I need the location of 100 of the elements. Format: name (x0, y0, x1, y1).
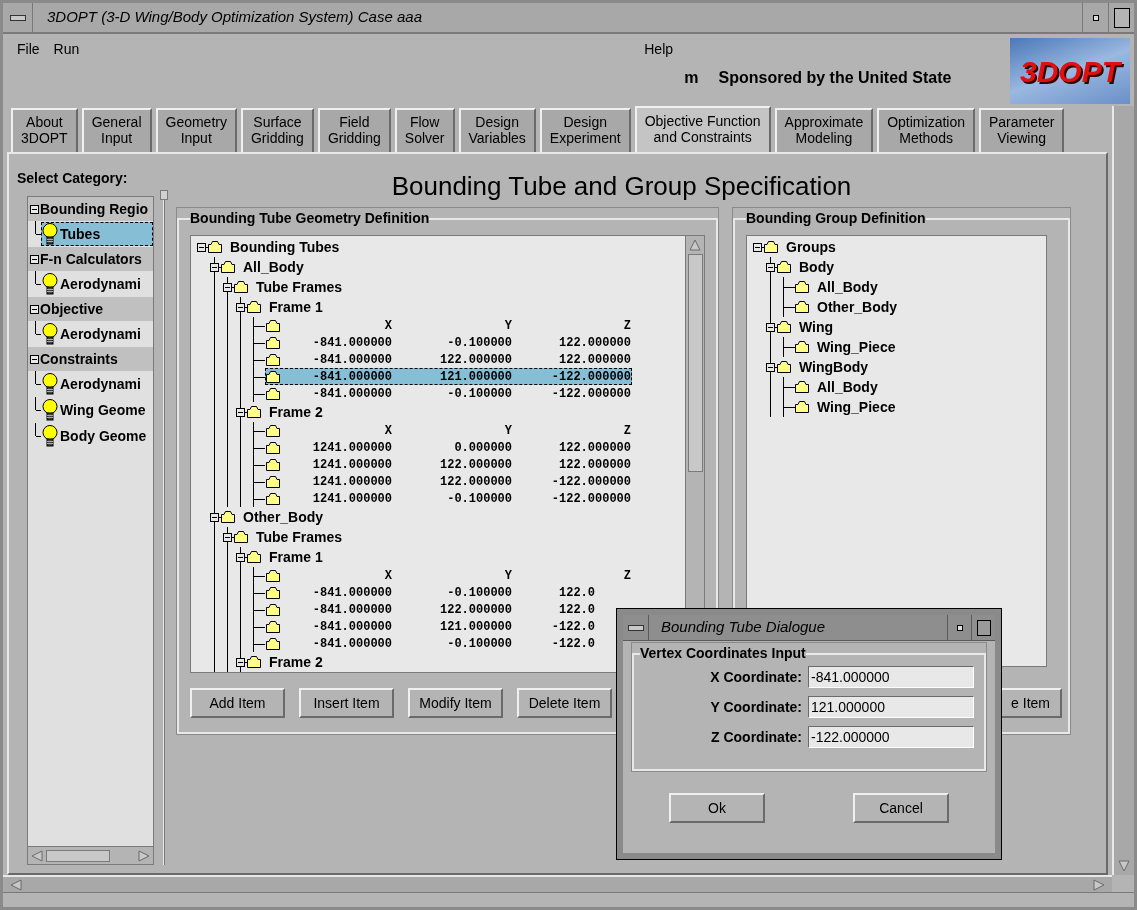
menu-item[interactable]: Help (644, 38, 975, 60)
input-field[interactable]: -841.000000 (808, 666, 974, 688)
vertex-row[interactable]: -841.000000 -0.100000 -122.000000 (265, 385, 632, 402)
splitter-handle[interactable] (160, 190, 168, 200)
tree-item[interactable]: Wing_Piece (817, 336, 896, 358)
vertex-row[interactable]: -841.000000 121.000000 -122.000000 (265, 368, 632, 385)
tree-item[interactable]: Other_Body (243, 506, 324, 528)
vertex-row[interactable]: -841.000000 -0.100000 122.0 (265, 584, 632, 601)
tree-item[interactable]: All_Body (817, 276, 878, 298)
dialog-button[interactable]: Cancel (853, 793, 949, 823)
coordinate-cell-text: -122.0 (550, 635, 596, 653)
tab[interactable]: Design Experiment (539, 108, 631, 152)
tree-item[interactable]: All_Body (817, 376, 878, 398)
coordinate-cell-text: 122.000000 (558, 456, 631, 474)
tree-item[interactable]: WingBody (799, 356, 869, 378)
action-button[interactable]: Insert Item (299, 688, 394, 718)
tree-item[interactable]: Wing_Piece (817, 396, 896, 418)
category-item[interactable]: Aerodynami (41, 272, 153, 296)
lightbulb-icon (42, 273, 58, 295)
lightbulb-icon (42, 223, 58, 245)
tree-item[interactable]: Bounding Tubes (230, 236, 340, 258)
collapse-icon[interactable] (210, 512, 219, 522)
category-item[interactable]: Body Geome (41, 424, 153, 448)
vertex-row[interactable]: 1241.000000 122.000000 -122.000000 (265, 473, 632, 490)
tree-item[interactable]: Wing (799, 316, 834, 338)
coordinate-cell-text: 122.000000 (558, 351, 631, 369)
category-item[interactable]: Aerodynami (41, 372, 153, 396)
tree-item[interactable]: Tube Frames (256, 526, 343, 548)
collapse-icon[interactable] (236, 302, 245, 312)
column-header: X (383, 317, 392, 335)
tab[interactable]: Optimization Methods (877, 108, 975, 152)
collapse-icon[interactable] (236, 552, 245, 562)
input-field[interactable]: 121.000000 (808, 696, 974, 718)
scroll-right-icon[interactable] (1092, 877, 1106, 892)
menu-item[interactable]: File (17, 38, 40, 60)
vertex-row[interactable]: -841.000000 121.000000 -122.0 (265, 618, 632, 635)
folder-icon (221, 261, 235, 273)
vertex-row[interactable]: -841.000000 122.000000 122.000000 (265, 351, 632, 368)
category-header[interactable]: Constraints (28, 347, 153, 371)
tab[interactable]: Flow Solver (394, 108, 455, 152)
tab[interactable]: General Input (81, 108, 152, 152)
menu-item[interactable]: Run (53, 38, 80, 60)
vertex-row[interactable]: -841.000000 -0.100000 122.000000 (265, 334, 632, 351)
tree-item[interactable]: Frame 2 (269, 651, 323, 672)
scroll-thumb[interactable] (46, 849, 110, 862)
tab[interactable]: Geometry Input (155, 108, 237, 152)
coordinate-cell-text: -841.000000 (311, 618, 392, 636)
scroll-down-icon[interactable] (1117, 859, 1131, 873)
minimize-icon (956, 624, 963, 631)
vertex-row[interactable]: 1241.000000 0.000000 122.000000 (265, 439, 632, 456)
vertex-row[interactable]: 1241.000000 122.000000 122.000000 (265, 456, 632, 473)
category-header[interactable]: Bounding Regio (28, 197, 153, 221)
category-item[interactable]: Tubes (41, 222, 153, 246)
action-button[interactable]: Delete Item (517, 688, 612, 718)
vertex-row[interactable]: -841.000000 -0.100000 -122.0 (265, 635, 632, 652)
dialog-button[interactable]: Ok (669, 793, 765, 823)
category-header[interactable]: F-n Calculators (28, 247, 153, 271)
action-button[interactable]: Modify Item (408, 688, 503, 718)
category-item[interactable]: Wing Geome (41, 398, 153, 422)
input-field[interactable]: -122.000000 (808, 726, 974, 748)
tab[interactable]: Design Variables (458, 108, 536, 152)
folder-icon (208, 241, 222, 253)
category-item[interactable]: Aerodynami (41, 322, 153, 346)
collapse-icon[interactable] (30, 254, 39, 264)
collapse-icon[interactable] (223, 532, 232, 542)
tab[interactable]: Parameter Viewing (979, 108, 1065, 152)
folder-icon (234, 281, 248, 293)
scroll-left-icon[interactable] (9, 877, 23, 892)
tab[interactable]: Field Gridding (317, 108, 391, 152)
scroll-thumb[interactable] (687, 254, 703, 472)
collapse-icon[interactable] (30, 304, 39, 314)
tab[interactable]: Approximate Modeling (774, 108, 874, 152)
collapse-icon[interactable] (197, 242, 206, 252)
action-button[interactable]: Add Item (190, 688, 285, 718)
collapse-icon[interactable] (766, 362, 775, 372)
collapse-icon[interactable] (753, 242, 762, 252)
vertex-row[interactable]: 1241.000000 -0.100000 -122.000000 (265, 490, 632, 507)
tree-item[interactable]: Groups (786, 236, 836, 258)
collapse-icon[interactable] (766, 322, 775, 332)
tree-item[interactable]: Other_Body (817, 296, 898, 318)
collapse-icon[interactable] (30, 354, 39, 364)
tab[interactable]: Surface Gridding (240, 108, 314, 152)
collapse-icon[interactable] (210, 262, 219, 272)
tree-item[interactable]: Frame 2 (269, 401, 323, 423)
tab[interactable]: About 3DOPT (11, 108, 78, 152)
collapse-icon[interactable] (236, 407, 245, 417)
vertex-row[interactable]: -841.000000 122.000000 122.0 (265, 601, 632, 618)
collapse-icon[interactable] (30, 204, 39, 214)
horizontal-scrollbar[interactable] (28, 846, 153, 864)
category-header[interactable]: Objective (28, 297, 153, 321)
collapse-icon[interactable] (766, 262, 775, 272)
collapse-icon[interactable] (236, 657, 245, 667)
tab[interactable]: Objective Function and Constraints (634, 106, 771, 152)
tree-item[interactable]: Body (799, 256, 834, 278)
tree-item[interactable]: Frame 1 (269, 546, 323, 568)
tree-item[interactable]: Tube Frames (256, 276, 343, 298)
tree-item[interactable]: Frame 1 (269, 296, 323, 318)
collapse-icon[interactable] (223, 282, 232, 292)
group-title: Bounding Tube Geometry Definition (190, 209, 430, 228)
tree-item[interactable]: All_Body (243, 256, 304, 278)
